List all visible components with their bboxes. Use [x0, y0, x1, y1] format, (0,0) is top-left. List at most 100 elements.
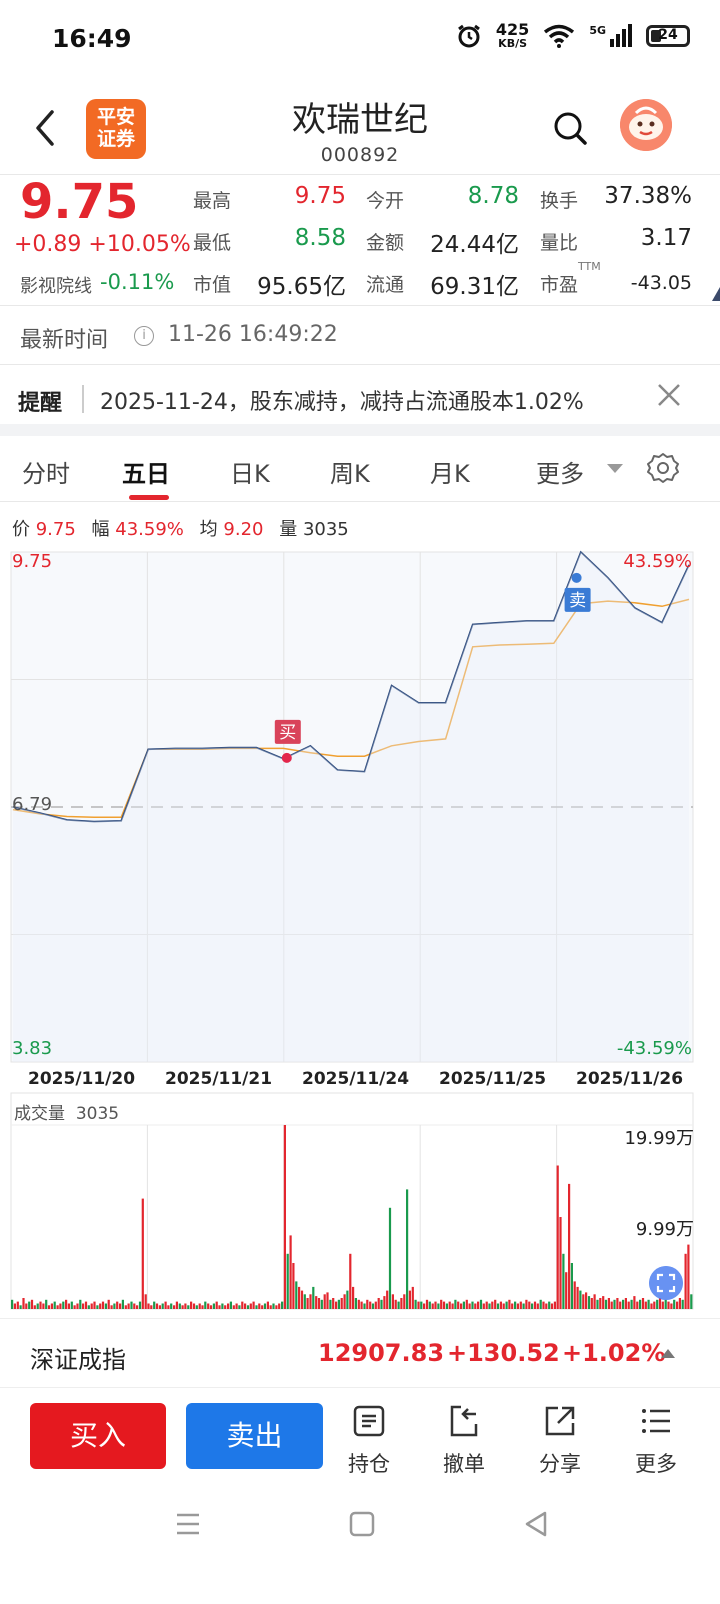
- volume-bar: [533, 1301, 537, 1309]
- sell-button[interactable]: 卖出: [186, 1403, 323, 1469]
- tab-more[interactable]: 更多: [536, 454, 584, 489]
- volume-bar: [82, 1303, 85, 1309]
- sector-label[interactable]: 影视院线: [20, 272, 92, 298]
- x-tick-label: 2025/11/21: [165, 1069, 273, 1089]
- volume-bar: [73, 1305, 76, 1309]
- volume-bar: [116, 1301, 119, 1309]
- stock-name: 欢瑞世纪: [292, 100, 428, 140]
- volume-bar: [56, 1305, 59, 1309]
- volume-bar: [42, 1303, 45, 1309]
- status-icons: 425 KB/S 5G 24: [456, 22, 690, 49]
- volume-bar: [690, 1294, 693, 1309]
- volume-bar: [511, 1303, 514, 1309]
- volume-bar: [641, 1298, 645, 1309]
- index-change: +130.52: [447, 1339, 560, 1367]
- chevron-up-icon[interactable]: [661, 1349, 675, 1358]
- chart-info-row: 价 9.75 幅 43.59% 均 9.20 量 3035: [12, 519, 349, 540]
- home-nav-icon[interactable]: [348, 1510, 376, 1538]
- price-change: +0.89 +10.05%: [14, 232, 191, 257]
- expand-corner-icon[interactable]: [712, 287, 720, 301]
- gear-icon[interactable]: [647, 452, 679, 484]
- five-day-chart[interactable]: 买卖: [0, 545, 720, 1315]
- volume-bar: [411, 1286, 414, 1309]
- volume-bar: [349, 1253, 352, 1309]
- volume-bar: [306, 1298, 309, 1309]
- volume-bar: [451, 1303, 454, 1309]
- volume-bar: [144, 1294, 147, 1309]
- tab-weekly-k[interactable]: 周K: [330, 454, 370, 489]
- volume-bar: [576, 1286, 579, 1309]
- menu-nav-icon[interactable]: [174, 1510, 202, 1538]
- volume-bar: [505, 1301, 508, 1309]
- float-cap-label: 流通: [366, 274, 405, 296]
- buy-button[interactable]: 买入: [30, 1403, 166, 1469]
- volume-bar: [593, 1294, 596, 1309]
- fullscreen-icon[interactable]: [649, 1266, 683, 1300]
- volume-bar: [644, 1301, 647, 1309]
- volume-bar: [255, 1305, 258, 1309]
- volume-bar: [93, 1301, 96, 1309]
- search-icon[interactable]: [552, 110, 588, 146]
- volume-bar: [673, 1299, 676, 1309]
- reminder-text[interactable]: 2025-11-24，股东减持，减持占流通股本1.02%: [100, 384, 584, 416]
- volume-bar: [28, 1301, 31, 1309]
- volume-bar: [303, 1294, 306, 1309]
- prev-close-label: 6.79: [12, 794, 53, 815]
- reminder-label: 提醒: [18, 391, 63, 416]
- back-nav-icon[interactable]: [522, 1510, 550, 1538]
- index-change-pct: +1.02%: [562, 1339, 666, 1367]
- volume-bar: [613, 1299, 616, 1309]
- volume-bar: [610, 1301, 613, 1309]
- positions-icon: [353, 1405, 385, 1437]
- volume-bar: [53, 1301, 56, 1309]
- volume-bar: [360, 1301, 363, 1309]
- volume-bar: [448, 1301, 451, 1309]
- volume-bar: [602, 1296, 605, 1309]
- tab-five-day[interactable]: 五日: [122, 454, 170, 489]
- float-cap-value: 69.31亿: [430, 274, 519, 300]
- volume-bar: [536, 1303, 539, 1309]
- volume-bar: [133, 1303, 136, 1309]
- latest-time: 11-26 16:49:22: [168, 322, 338, 347]
- volume-bar: [278, 1303, 281, 1309]
- volume-bar: [633, 1296, 636, 1309]
- index-name[interactable]: 深证成指: [30, 1340, 126, 1375]
- volume-bar: [312, 1286, 315, 1309]
- tab-intraday[interactable]: 分时: [22, 454, 70, 489]
- volume-bar: [494, 1299, 497, 1309]
- more-button[interactable]: 更多: [626, 1404, 686, 1478]
- volume-bar: [13, 1303, 16, 1309]
- volume-bar: [178, 1303, 181, 1309]
- volume-bar: [153, 1301, 156, 1309]
- volume-bar: [107, 1299, 110, 1309]
- volume-ratio-label: 量比: [540, 232, 579, 254]
- volume-max-label: 19.99万: [624, 1128, 694, 1149]
- amount-value: 24.44亿: [430, 232, 519, 258]
- volume-bar: [442, 1301, 446, 1309]
- volume-bar: [624, 1298, 627, 1309]
- volume-bar: [235, 1303, 238, 1309]
- chevron-down-icon[interactable]: [607, 464, 623, 473]
- info-icon[interactable]: i: [134, 326, 154, 346]
- close-icon[interactable]: [656, 382, 682, 408]
- share-button[interactable]: 分享: [530, 1404, 590, 1478]
- tab-daily-k[interactable]: 日K: [230, 454, 270, 489]
- volume-bar: [272, 1303, 275, 1309]
- y-min-label: 3.83: [12, 1038, 53, 1059]
- volume-bar: [377, 1298, 380, 1309]
- volume-bar: [59, 1303, 62, 1309]
- volume-bar: [232, 1305, 235, 1309]
- net-speed: 425 KB/S: [495, 20, 530, 50]
- volume-bar: [39, 1301, 42, 1309]
- avatar[interactable]: [620, 99, 672, 151]
- amount-label: 金额: [366, 232, 405, 254]
- sector-change[interactable]: -0.11%: [100, 270, 174, 294]
- cancel-order-button[interactable]: 撤单: [434, 1404, 494, 1478]
- volume-bar: [343, 1294, 346, 1309]
- tab-monthly-k[interactable]: 月K: [430, 454, 470, 489]
- volume-bar: [238, 1305, 241, 1309]
- volume-bar: [639, 1299, 642, 1309]
- volume-bar: [65, 1299, 68, 1309]
- positions-button[interactable]: 持仓: [339, 1404, 399, 1478]
- volume-bar: [582, 1294, 585, 1309]
